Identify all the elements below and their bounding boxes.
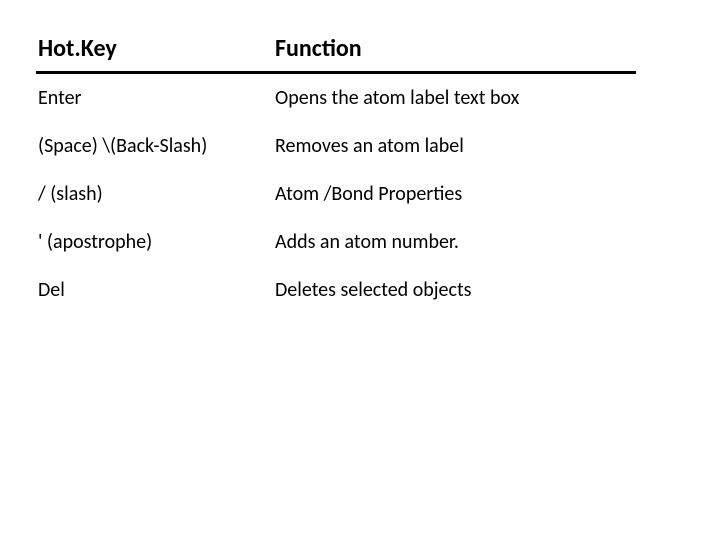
cell-hotkey: (Space) \(Back-Slash) bbox=[36, 122, 273, 170]
cell-hotkey: Del bbox=[36, 266, 273, 314]
table-row: ' (apostrophe) Adds an atom number. bbox=[36, 218, 636, 266]
cell-function: Opens the atom label text box bbox=[273, 73, 636, 123]
header-function: Function bbox=[273, 28, 636, 73]
cell-function: Removes an atom label bbox=[273, 122, 636, 170]
table-row: Del Deletes selected objects bbox=[36, 266, 636, 314]
table-row: (Space) \(Back-Slash) Removes an atom la… bbox=[36, 122, 636, 170]
table-row: Enter Opens the atom label text box bbox=[36, 73, 636, 123]
cell-function: Deletes selected objects bbox=[273, 266, 636, 314]
table-row: / (slash) Atom /Bond Properties bbox=[36, 170, 636, 218]
cell-hotkey: / (slash) bbox=[36, 170, 273, 218]
hotkey-table: Hot.Key Function Enter Opens the atom la… bbox=[36, 28, 636, 314]
page: Hot.Key Function Enter Opens the atom la… bbox=[0, 0, 720, 342]
cell-function: Adds an atom number. bbox=[273, 218, 636, 266]
table-header-row: Hot.Key Function bbox=[36, 28, 636, 73]
cell-hotkey: Enter bbox=[36, 73, 273, 123]
cell-function: Atom /Bond Properties bbox=[273, 170, 636, 218]
header-hotkey: Hot.Key bbox=[36, 28, 273, 73]
cell-hotkey: ' (apostrophe) bbox=[36, 218, 273, 266]
